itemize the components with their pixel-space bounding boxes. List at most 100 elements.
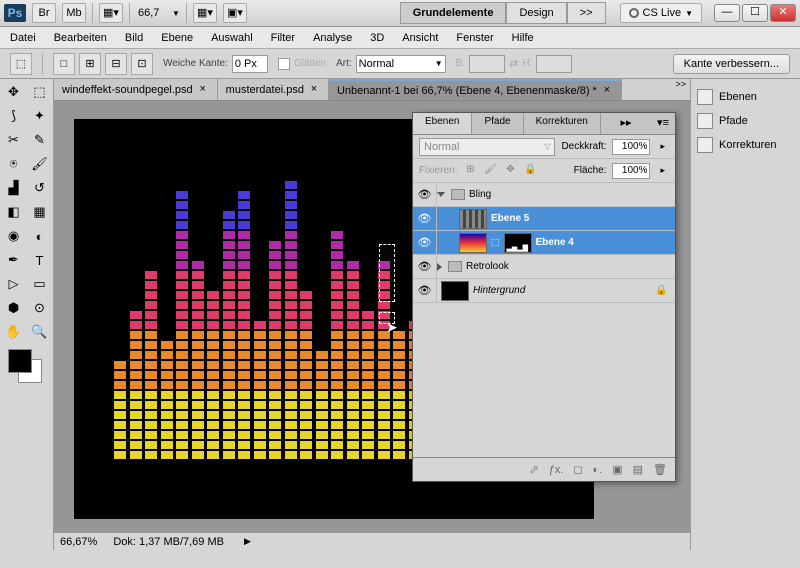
- doc-tab-1[interactable]: musterdatei.psd×: [218, 79, 329, 100]
- 3d-tool[interactable]: ⬢: [2, 297, 26, 319]
- layer-name[interactable]: Bling: [469, 189, 675, 200]
- 3d-camera-tool[interactable]: ⊙: [28, 297, 52, 319]
- visibility-toggle[interactable]: 👁: [413, 207, 437, 230]
- status-menu[interactable]: ▶: [240, 536, 255, 547]
- selection-add[interactable]: ⊞: [79, 53, 101, 75]
- style-select[interactable]: Normal▼: [356, 55, 446, 73]
- dock-ebenen[interactable]: Ebenen: [695, 85, 796, 109]
- menu-hilfe[interactable]: Hilfe: [512, 32, 534, 44]
- group-button[interactable]: ▣: [612, 463, 622, 476]
- minibridge-button[interactable]: Mb: [62, 3, 86, 23]
- zoom-tool[interactable]: 🔍: [28, 321, 52, 343]
- close-icon[interactable]: ×: [601, 85, 613, 97]
- layer-thumb[interactable]: [459, 233, 487, 253]
- doc-tab-0[interactable]: windeffekt-soundpegel.psd×: [54, 79, 218, 100]
- workspace-tab-grundelemente[interactable]: Grundelemente: [400, 2, 507, 24]
- layer-name[interactable]: Ebene 4: [536, 237, 675, 248]
- layer-name[interactable]: Hintergrund: [473, 285, 655, 296]
- menu-bild[interactable]: Bild: [125, 32, 143, 44]
- arrange-button[interactable]: ▦▾: [193, 3, 217, 23]
- layer-group-bling[interactable]: 👁 Bling: [413, 183, 675, 207]
- menu-analyse[interactable]: Analyse: [313, 32, 352, 44]
- selection-subtract[interactable]: ⊟: [105, 53, 127, 75]
- type-tool[interactable]: T: [28, 249, 52, 271]
- link-layers-button[interactable]: ⬀: [529, 463, 538, 476]
- layers-panel[interactable]: Ebenen Pfade Korrekturen ▸▸ ▾≡ Normal▽ D…: [412, 112, 676, 482]
- menu-bearbeiten[interactable]: Bearbeiten: [54, 32, 107, 44]
- history-brush-tool[interactable]: ↺: [28, 177, 52, 199]
- bridge-button[interactable]: Br: [32, 3, 56, 23]
- maximize-button[interactable]: ☐: [742, 4, 768, 22]
- lock-position[interactable]: ✥: [503, 164, 517, 178]
- brush-tool[interactable]: 🖌: [28, 153, 52, 175]
- gradient-tool[interactable]: ▦: [28, 201, 52, 223]
- fx-button[interactable]: ƒx.: [549, 464, 564, 476]
- status-doc-size[interactable]: Dok: 1,37 MB/7,69 MB: [113, 536, 224, 548]
- layer-hintergrund[interactable]: 👁 Hintergrund 🔒: [413, 279, 675, 303]
- cslive-button[interactable]: CS Live ▼: [620, 3, 702, 23]
- tool-preset-marquee[interactable]: ⬚: [10, 53, 32, 75]
- zoom-dropdown-icon[interactable]: ▼: [172, 9, 180, 18]
- visibility-toggle[interactable]: 👁: [413, 183, 437, 206]
- visibility-toggle[interactable]: 👁: [413, 279, 437, 302]
- panel-tab-pfade[interactable]: Pfade: [472, 113, 523, 134]
- layer-name[interactable]: Ebene 5: [491, 213, 675, 224]
- marquee-tool[interactable]: ⬚: [28, 81, 52, 103]
- lasso-tool[interactable]: ⟆: [2, 105, 26, 127]
- visibility-toggle[interactable]: 👁: [413, 231, 437, 254]
- menu-ansicht[interactable]: Ansicht: [402, 32, 438, 44]
- selection-intersect[interactable]: ⊡: [131, 53, 153, 75]
- wand-tool[interactable]: ✦: [28, 105, 52, 127]
- minimize-button[interactable]: —: [714, 4, 740, 22]
- hand-tool[interactable]: ✋: [2, 321, 26, 343]
- close-icon[interactable]: ×: [197, 84, 209, 96]
- pen-tool[interactable]: ✒: [2, 249, 26, 271]
- panel-collapse[interactable]: ▸▸: [614, 113, 637, 134]
- eraser-tool[interactable]: ◧: [2, 201, 26, 223]
- layer-thumb[interactable]: [441, 281, 469, 301]
- crop-tool[interactable]: ✂: [2, 129, 26, 151]
- stamp-tool[interactable]: ▟: [2, 177, 26, 199]
- move-tool[interactable]: ✥: [2, 81, 26, 103]
- menu-ebene[interactable]: Ebene: [161, 32, 193, 44]
- visibility-toggle[interactable]: 👁: [413, 255, 437, 278]
- healing-tool[interactable]: ⍟: [2, 153, 26, 175]
- opacity-input[interactable]: [612, 139, 650, 155]
- lock-pixels[interactable]: 🖌: [483, 164, 497, 178]
- foreground-color[interactable]: [8, 349, 32, 373]
- lock-transparency[interactable]: ⊞: [463, 164, 477, 178]
- panel-tab-ebenen[interactable]: Ebenen: [413, 113, 472, 134]
- fill-slider[interactable]: ▸: [656, 165, 669, 176]
- shape-tool[interactable]: ▭: [28, 273, 52, 295]
- panel-menu[interactable]: ▾≡: [651, 113, 675, 134]
- close-icon[interactable]: ×: [308, 84, 320, 96]
- fill-input[interactable]: [612, 163, 650, 179]
- panel-tab-korrekturen[interactable]: Korrekturen: [524, 113, 601, 134]
- menu-datei[interactable]: Datei: [10, 32, 36, 44]
- path-select-tool[interactable]: ▷: [2, 273, 26, 295]
- menu-fenster[interactable]: Fenster: [456, 32, 493, 44]
- adjustment-button[interactable]: ◐.: [593, 464, 603, 476]
- view-mode-button[interactable]: ▦▾: [99, 3, 123, 23]
- dodge-tool[interactable]: ◐: [28, 225, 52, 247]
- menu-filter[interactable]: Filter: [271, 32, 295, 44]
- delete-layer-button[interactable]: 🗑: [653, 463, 667, 476]
- layer-thumb[interactable]: [459, 209, 487, 229]
- screen-mode-button[interactable]: ▣▾: [223, 3, 247, 23]
- mask-button[interactable]: ◻: [573, 463, 582, 476]
- eyedropper-tool[interactable]: ✎: [28, 129, 52, 151]
- opacity-slider[interactable]: ▸: [656, 141, 669, 152]
- refine-edge-button[interactable]: Kante verbessern...: [673, 54, 790, 74]
- workspace-more[interactable]: >>: [567, 2, 606, 24]
- status-zoom[interactable]: 66,67%: [60, 536, 97, 548]
- blur-tool[interactable]: ◉: [2, 225, 26, 247]
- feather-input[interactable]: [232, 55, 268, 73]
- close-button[interactable]: ✕: [770, 4, 796, 22]
- menu-auswahl[interactable]: Auswahl: [211, 32, 253, 44]
- expand-icon[interactable]: [437, 263, 442, 271]
- expand-icon[interactable]: [437, 192, 445, 197]
- dock-pfade[interactable]: Pfade: [695, 109, 796, 133]
- tab-overflow[interactable]: >>: [671, 79, 690, 100]
- layer-ebene5[interactable]: 👁 Ebene 5: [413, 207, 675, 231]
- layer-name[interactable]: Retrolook: [466, 261, 675, 272]
